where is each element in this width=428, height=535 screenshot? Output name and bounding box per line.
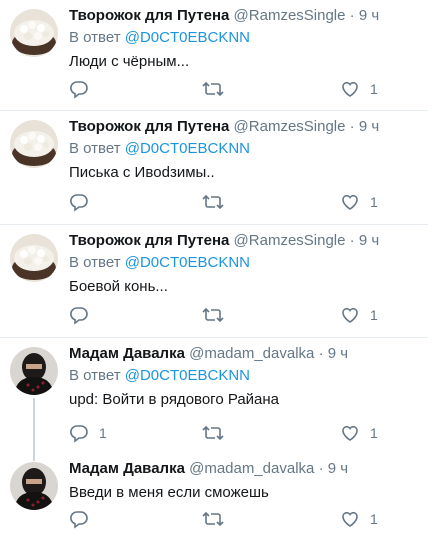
retweet-button[interactable] (202, 78, 224, 100)
retweet-button[interactable] (202, 508, 224, 530)
separator: · (349, 118, 355, 135)
reply-context: В ответ @D0CT0EBCKNN (69, 366, 420, 386)
like-button[interactable]: 1 (340, 304, 378, 326)
heart-icon (342, 425, 358, 441)
author-handle[interactable]: @madam_davalka (189, 345, 314, 362)
rice-bowl-icon (10, 9, 58, 57)
reply-icon (70, 81, 88, 99)
retweet-icon (202, 511, 224, 527)
reply-button[interactable] (69, 191, 89, 213)
author-handle[interactable]: @RamzesSingle (234, 7, 346, 24)
reply-icon (70, 511, 88, 529)
author-name[interactable]: Мадам Давалка (69, 460, 185, 477)
reply-button[interactable]: 1 (69, 422, 107, 444)
thread-connector (33, 455, 35, 461)
retweet-button[interactable] (202, 304, 224, 326)
author-name[interactable]: Творожок для Путена (69, 232, 229, 249)
heart-icon (342, 307, 358, 323)
tweet-text: Введи в меня если сможешь (69, 484, 269, 501)
veiled-person-icon (10, 347, 58, 395)
like-button[interactable]: 1 (340, 191, 378, 213)
reply-context: В ответ @D0CT0EBCKNN (69, 28, 420, 48)
separator: · (318, 345, 324, 362)
like-button[interactable]: 1 (340, 508, 378, 530)
reply-button[interactable] (69, 78, 89, 100)
reply-count: 1 (99, 425, 107, 441)
avatar[interactable] (10, 9, 58, 57)
tweet-text: Люди с чёрным... (69, 53, 190, 70)
avatar[interactable] (10, 120, 58, 168)
tweet[interactable]: Творожок для Путена @RamzesSingle · 9 ч … (0, 0, 428, 111)
tweet[interactable]: Творожок для Путена @RamzesSingle · 9 ч … (0, 111, 428, 225)
reply-context: В ответ @D0CT0EBCKNN (69, 253, 420, 273)
reply-prefix: В ответ (69, 254, 121, 271)
retweet-icon (202, 425, 224, 441)
timestamp[interactable]: 9 ч (359, 118, 379, 135)
like-count: 1 (370, 307, 378, 323)
reply-prefix: В ответ (69, 140, 121, 157)
reply-prefix: В ответ (69, 29, 121, 46)
reply-mention[interactable]: @D0CT0EBCKNN (125, 367, 250, 384)
tweet-text: upd: Войти в рядового Райана (69, 391, 280, 408)
author-handle[interactable]: @RamzesSingle (234, 118, 346, 135)
reply-button[interactable] (69, 508, 89, 530)
tweet[interactable]: Мадам Давалка @madam_davalka · 9 ч Введи… (0, 455, 428, 535)
reply-icon (70, 307, 88, 325)
reply-icon (70, 194, 88, 212)
timestamp[interactable]: 9 ч (328, 460, 348, 477)
tweet-text: Боевой конь... (69, 278, 168, 295)
reply-button[interactable] (69, 304, 89, 326)
author-handle[interactable]: @madam_davalka (189, 460, 314, 477)
heart-icon (342, 511, 358, 527)
separator: · (349, 7, 355, 24)
like-count: 1 (370, 81, 378, 97)
like-count: 1 (370, 511, 378, 527)
author-name[interactable]: Мадам Давалка (69, 345, 185, 362)
author-handle[interactable]: @RamzesSingle (234, 232, 346, 249)
retweet-button[interactable] (202, 191, 224, 213)
author-name[interactable]: Творожок для Путена (69, 7, 229, 24)
like-button[interactable]: 1 (340, 78, 378, 100)
heart-icon (342, 81, 358, 97)
retweet-button[interactable] (202, 422, 224, 444)
reply-context: В ответ @D0CT0EBCKNN (69, 139, 420, 159)
retweet-icon (202, 81, 224, 97)
avatar[interactable] (10, 347, 58, 395)
separator: · (318, 460, 324, 477)
timestamp[interactable]: 9 ч (359, 7, 379, 24)
tweet[interactable]: Творожок для Путена @RamzesSingle · 9 ч … (0, 225, 428, 338)
avatar[interactable] (10, 462, 58, 510)
separator: · (349, 232, 355, 249)
like-count: 1 (370, 425, 378, 441)
reply-icon (70, 425, 88, 443)
timestamp[interactable]: 9 ч (359, 232, 379, 249)
reply-prefix: В ответ (69, 367, 121, 384)
author-name[interactable]: Творожок для Путена (69, 118, 229, 135)
tweet[interactable]: Мадам Давалка @madam_davalka · 9 ч В отв… (0, 338, 428, 455)
veiled-person-icon (10, 462, 58, 510)
like-count: 1 (370, 194, 378, 210)
tweet-text: Писька с Ивodзимы.. (69, 164, 215, 181)
retweet-icon (202, 307, 224, 323)
rice-bowl-icon (10, 120, 58, 168)
reply-mention[interactable]: @D0CT0EBCKNN (125, 29, 250, 46)
reply-mention[interactable]: @D0CT0EBCKNN (125, 254, 250, 271)
avatar[interactable] (10, 234, 58, 282)
heart-icon (342, 194, 358, 210)
like-button[interactable]: 1 (340, 422, 378, 444)
timestamp[interactable]: 9 ч (328, 345, 348, 362)
retweet-icon (202, 194, 224, 210)
reply-mention[interactable]: @D0CT0EBCKNN (125, 140, 250, 157)
rice-bowl-icon (10, 234, 58, 282)
